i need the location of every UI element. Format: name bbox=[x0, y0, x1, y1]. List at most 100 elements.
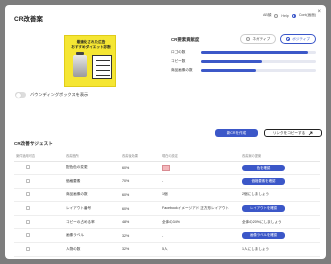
improvement-effect: 32% bbox=[120, 228, 160, 244]
proposal-cell: 価格要素を確認 bbox=[240, 174, 320, 189]
column-header: 案件適用可否 bbox=[14, 151, 64, 162]
column-header: 改善箇所 bbox=[64, 151, 120, 162]
improvement-effect: 48% bbox=[120, 215, 160, 230]
create-new-cr-button[interactable]: 新CRを作成 bbox=[215, 129, 258, 137]
ab-label: AB顔 bbox=[263, 13, 272, 17]
segment-negative[interactable]: ネガティブ bbox=[240, 34, 277, 44]
improvement-item: 画像ラベル bbox=[64, 228, 120, 244]
apply-checkbox[interactable] bbox=[26, 233, 30, 238]
metric-bar-fill bbox=[201, 60, 262, 63]
improvement-effect: 70% bbox=[120, 174, 160, 189]
metric-row: ロゴの数 bbox=[171, 48, 316, 57]
radio-positive bbox=[286, 37, 291, 41]
proposal-cell: 色を確認 bbox=[240, 161, 320, 176]
apply-checkbox[interactable] bbox=[26, 192, 30, 197]
improvement-item: 商品画像の数 bbox=[64, 188, 120, 203]
table-row: 商品画像の数 60% 1個 2個にしましょう bbox=[14, 188, 320, 203]
apply-checkbox[interactable] bbox=[26, 206, 30, 211]
apply-cell bbox=[14, 228, 64, 244]
suggest-title: CR改善サジェスト bbox=[14, 141, 53, 146]
current-setting: - bbox=[160, 228, 240, 244]
table-row: 画像ラベル 32% - 画像ラベルを確認 bbox=[14, 228, 320, 244]
apply-checkbox[interactable] bbox=[26, 165, 30, 170]
improvement-item: 価格要素 bbox=[64, 174, 120, 189]
column-header: 改善案の提案 bbox=[240, 151, 320, 162]
proposal-cell: 2個にしましょう bbox=[240, 188, 320, 203]
improvement-item: 人物の数 bbox=[64, 242, 120, 257]
radio-negative bbox=[246, 37, 251, 41]
metric-bar-track bbox=[201, 69, 316, 72]
current-setting: - bbox=[160, 174, 240, 189]
apply-cell bbox=[14, 174, 64, 189]
apply-cell bbox=[14, 215, 64, 230]
proposal-button[interactable]: 画像ラベルを確認 bbox=[242, 232, 285, 240]
ad-creative-image: 最適化された広告 おすすめダイエット診断 bbox=[64, 35, 116, 87]
radio-help[interactable] bbox=[274, 13, 279, 18]
segment-negative-label: ネガティブ bbox=[252, 36, 271, 41]
table-row: 人物の数 32% 5人 1人にしましょう bbox=[14, 242, 320, 257]
table-header-row: 案件適用可否 改善箇所 改善後効果 現在の設定 改善案の提案 bbox=[14, 151, 320, 162]
metric-bar-fill bbox=[201, 51, 308, 54]
table-row: 価格要素 70% - 価格要素を確認 bbox=[14, 174, 320, 189]
apply-checkbox[interactable] bbox=[26, 178, 30, 183]
close-icon[interactable]: × bbox=[317, 9, 321, 15]
current-setting: 全体の34% bbox=[160, 215, 240, 230]
banner-headline-2: おすすめダイエット診断 bbox=[71, 45, 111, 49]
product-image bbox=[73, 52, 87, 77]
metric-label: 商品画像の数 bbox=[171, 68, 193, 72]
copy-link-label: リンクをコピーする bbox=[272, 130, 306, 135]
current-setting: Facebookイメージアド 正方形レイアウト bbox=[160, 201, 240, 216]
proposal-cell: レイアウトを確認 bbox=[240, 201, 320, 216]
segment-positive-label: ポジティブ bbox=[292, 36, 310, 41]
apply-cell bbox=[14, 201, 64, 216]
suggest-table: 案件適用可否 改善箇所 改善後効果 現在の設定 改善案の提案 配色色の変更 60%… bbox=[14, 151, 320, 257]
bbox-toggle[interactable] bbox=[15, 92, 26, 98]
apply-cell bbox=[14, 188, 64, 203]
metric-bar-track bbox=[201, 51, 316, 54]
metric-list: ロゴの数コピー数商品画像の数 bbox=[171, 48, 316, 75]
bbox-toggle-row: バウンディングボックスを表示 bbox=[15, 92, 88, 98]
metric-label: コピー数 bbox=[171, 59, 186, 63]
radio-cont[interactable] bbox=[291, 13, 296, 18]
improvement-effect: 32% bbox=[120, 242, 160, 257]
current-setting: 1個 bbox=[160, 188, 240, 203]
copy-link-button[interactable]: リンクをコピーする bbox=[264, 129, 322, 137]
proposal-button[interactable]: レイアウトを確認 bbox=[242, 205, 285, 212]
apply-cell bbox=[14, 242, 64, 257]
segment-positive[interactable]: ポジティブ bbox=[280, 34, 316, 44]
improvement-item: 配色色の変更 bbox=[64, 161, 120, 176]
column-header: 現在の設定 bbox=[160, 151, 240, 162]
option-help-label: Help bbox=[281, 13, 289, 18]
apply-cell bbox=[14, 161, 64, 176]
metric-label: ロゴの数 bbox=[171, 50, 186, 54]
improvement-effect: 60% bbox=[120, 201, 160, 216]
proposal-cell: 画像ラベルを確認 bbox=[240, 228, 320, 244]
option-cont-label: Cont(画面) bbox=[298, 13, 316, 17]
improvement-effect: 60% bbox=[120, 161, 160, 176]
proposal-button[interactable]: 価格要素を確認 bbox=[242, 178, 285, 185]
suggest-table-body: 配色色の変更 60% 色を確認 価格要素 70% - 価格要素を確認 商品画像の数 60% 1個 2… bbox=[14, 161, 320, 257]
polarity-selector: ネガティブ ポジティブ bbox=[240, 34, 316, 44]
table-row: コピーの占める率 48% 全体の34% 全体の20%にしましょう bbox=[14, 215, 320, 230]
table-row: レイアウト番号 60% Facebookイメージアド 正方形レイアウト レイアウトを確… bbox=[14, 201, 320, 216]
header-options: AB顔 Help Cont(画面) bbox=[263, 13, 316, 18]
improvement-item: レイアウト番号 bbox=[64, 201, 120, 216]
bbox-toggle-label: バウンディングボックスを表示 bbox=[30, 92, 89, 97]
current-setting: 5人 bbox=[160, 242, 240, 257]
proposal-cell: 1人にしましょう bbox=[240, 242, 320, 257]
improvement-effect: 60% bbox=[120, 188, 160, 203]
proposal-button[interactable]: 色を確認 bbox=[242, 164, 285, 172]
banner-headline-1: 最適化された広告 bbox=[76, 40, 106, 44]
metric-bar-fill bbox=[201, 69, 257, 72]
metric-row: 商品画像の数 bbox=[171, 66, 316, 75]
checklist-graphic bbox=[92, 55, 112, 79]
apply-checkbox[interactable] bbox=[26, 219, 30, 224]
table-row: 配色色の変更 60% 色を確認 bbox=[14, 161, 320, 176]
contribution-title: CR要素貢献度 bbox=[171, 37, 200, 42]
metric-row: コピー数 bbox=[171, 57, 316, 66]
apply-checkbox[interactable] bbox=[26, 246, 30, 251]
link-icon bbox=[308, 131, 313, 135]
column-header: 改善後効果 bbox=[120, 151, 160, 162]
cr-improvement-modal: CR改善案 AB顔 Help Cont(画面) × 最適化された広告 おすすめダ… bbox=[5, 5, 326, 259]
color-swatch bbox=[162, 164, 170, 171]
